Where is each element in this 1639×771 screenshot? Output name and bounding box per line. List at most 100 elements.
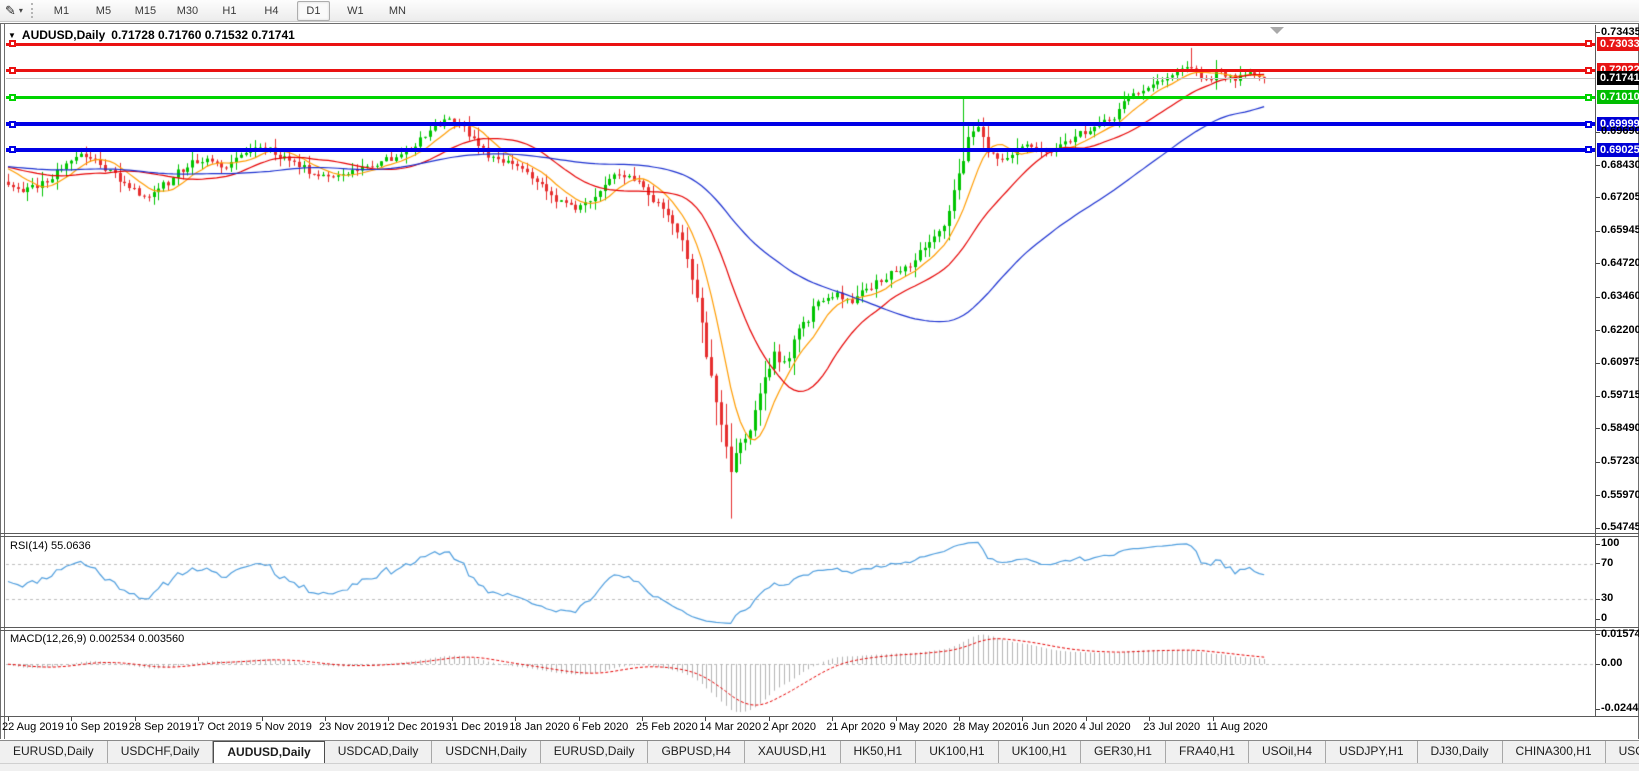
level-anchor-handle[interactable] (9, 146, 16, 154)
rsi-axis-tick (1596, 598, 1600, 600)
date-axis-label: 14 Mar 2020 (699, 721, 762, 733)
chart-tab-usdjpy-h1[interactable]: USDJPY,H1 (1326, 741, 1418, 763)
date-axis-label: 10 Sep 2019 (65, 721, 128, 733)
panel-separator[interactable] (0, 630, 1639, 631)
chart-title-dropdown-icon[interactable]: ▼ (8, 31, 16, 40)
price-axis-tick (1596, 527, 1600, 529)
date-axis-label: 17 Oct 2019 (192, 721, 253, 733)
chart-tab-usdcnh-daily[interactable]: USDCNH,Daily (432, 741, 541, 763)
chart-symbol-label: AUDUSD,Daily (21, 28, 106, 42)
price-tag: 0.71010 (1597, 90, 1639, 105)
rsi-axis-tick (1596, 543, 1600, 545)
chart-tab-eurusd-daily[interactable]: EURUSD,Daily (541, 741, 649, 763)
chart-tab-usdchf-daily[interactable]: USDCHF,Daily (108, 741, 214, 763)
horizontal-level-line[interactable] (6, 122, 1595, 126)
chart-tab-gbpusd-h4[interactable]: GBPUSD,H4 (648, 741, 745, 763)
price-axis-tick (1596, 362, 1600, 364)
level-anchor-handle[interactable] (9, 66, 16, 74)
price-axis-tick (1596, 395, 1600, 397)
panel-separator[interactable] (0, 627, 1639, 628)
panel-separator[interactable] (0, 536, 1639, 537)
price-axis-tick (1596, 165, 1600, 167)
price-axis-tick (1596, 296, 1600, 298)
rsi-axis-label: 100 (1601, 537, 1620, 549)
price-axis-label: 0.55970 (1601, 488, 1639, 501)
date-axis-border (0, 716, 1639, 717)
horizontal-level-line[interactable] (6, 42, 1595, 46)
chart-tab-usoil-h4[interactable]: USOil,H4 (1249, 741, 1327, 763)
chart-tab-hk50-h1[interactable]: HK50,H1 (841, 741, 917, 763)
scroll-to-end-icon[interactable] (1270, 27, 1284, 34)
macd-axis-tick (1596, 634, 1600, 636)
price-axis-tick (1596, 230, 1600, 232)
date-axis-label: 4 Jul 2020 (1079, 721, 1131, 733)
chart-tab-bar: EURUSD,Daily USDCHF,Daily AUDUSD,Daily USDC… (0, 740, 1639, 763)
price-axis-label: 0.64720 (1601, 256, 1639, 269)
chart-tab-uk100-h1[interactable]: UK100,H1 (916, 741, 999, 763)
price-axis-label: 0.57230 (1601, 455, 1639, 468)
date-axis-label: 12 Dec 2019 (382, 721, 445, 733)
price-axis-tick (1596, 495, 1600, 497)
chart-tab-audusd-daily[interactable]: AUDUSD,Daily (213, 741, 325, 763)
chart-tab-eurusd-daily[interactable]: EURUSD,Daily (0, 741, 108, 763)
chart-tab-china300-h1[interactable]: CHINA300,H1 (1503, 741, 1606, 763)
date-axis-label: 25 Feb 2020 (636, 721, 698, 733)
level-anchor-handle[interactable] (9, 40, 16, 48)
horizontal-level-line[interactable] (6, 69, 1595, 73)
price-axis-label: 0.63460 (1601, 290, 1639, 303)
rsi-axis-label: 0 (1601, 612, 1608, 624)
price-axis-label: 0.68430 (1601, 158, 1639, 171)
date-axis-label: 22 Aug 2019 (2, 721, 64, 733)
price-axis-label: 0.60975 (1601, 356, 1639, 368)
rsi-axis-tick (1596, 618, 1600, 620)
chart-tab-usdcad-daily[interactable]: USDCAD,Daily (325, 741, 433, 763)
chart-tab-xauusd-h1[interactable]: XAUUSD,H1 (745, 741, 841, 763)
price-axis-line (1595, 25, 1596, 717)
level-anchor-handle[interactable] (1585, 146, 1592, 154)
price-axis-tick (1596, 428, 1600, 430)
price-axis-label: 0.69690 (1601, 125, 1639, 138)
price-axis-tick (1596, 461, 1600, 463)
macd-axis-label: 0.015741 (1601, 627, 1639, 640)
price-axis-tick (1596, 263, 1600, 265)
chart-tab-dj30-daily[interactable]: DJ30,Daily (1418, 741, 1503, 763)
level-anchor-handle[interactable] (1585, 93, 1592, 101)
macd-axis-tick (1596, 708, 1600, 710)
price-axis-label: 0.58490 (1601, 421, 1639, 434)
level-anchor-handle[interactable] (1585, 66, 1592, 74)
price-axis-tick (1596, 131, 1600, 133)
date-axis-label: 28 May 2020 (953, 721, 1017, 733)
level-anchor-handle[interactable] (9, 93, 16, 101)
price-axis-tick (1596, 32, 1600, 34)
rsi-axis-label: 30 (1601, 592, 1614, 605)
panel-separator[interactable] (0, 533, 1639, 534)
rsi-label: RSI(14) 55.0636 (10, 540, 91, 552)
date-axis-label: 18 Jan 2020 (509, 721, 570, 733)
level-anchor-handle[interactable] (1585, 120, 1592, 128)
date-axis-label: 9 May 2020 (889, 721, 948, 733)
date-axis-label: 6 Feb 2020 (572, 721, 629, 733)
horizontal-level-line[interactable] (6, 96, 1595, 100)
date-axis-label: 23 Jul 2020 (1143, 721, 1201, 733)
price-axis-label: 0.73435 (1601, 25, 1639, 38)
chart-tab-fra40-h1[interactable]: FRA40,H1 (1166, 741, 1250, 763)
tabs-holder: EURUSD,Daily USDCHF,Daily AUDUSD,Daily USDC… (0, 741, 1639, 763)
chart-tab-uk100-h1[interactable]: UK100,H1 (999, 741, 1081, 763)
level-anchor-handle[interactable] (9, 120, 16, 128)
date-axis-label: 31 Dec 2019 (445, 721, 509, 733)
macd-axis-label: -0.024412 (1601, 702, 1639, 715)
price-tag: 0.69025 (1597, 142, 1639, 157)
macd-label: MACD(12,26,9) 0.002534 0.003560 (10, 633, 185, 645)
chart-canvas[interactable] (0, 0, 1639, 770)
price-axis-label: 0.65945 (1601, 224, 1639, 237)
price-axis-label: 0.59715 (1601, 389, 1639, 402)
date-axis-label: 23 Nov 2019 (319, 721, 382, 733)
level-anchor-handle[interactable] (1585, 40, 1592, 48)
current-price-line[interactable] (6, 77, 1595, 79)
chart-tab-usoil-h1[interactable]: USOil,H1 (1606, 741, 1639, 763)
chart-tab-ger30-h1[interactable]: GER30,H1 (1081, 741, 1166, 763)
price-axis-label: 0.54745 (1601, 521, 1639, 533)
price-axis-label: 0.67205 (1601, 190, 1639, 203)
horizontal-level-line[interactable] (6, 147, 1595, 152)
date-axis-label: 2 Apr 2020 (762, 721, 817, 733)
